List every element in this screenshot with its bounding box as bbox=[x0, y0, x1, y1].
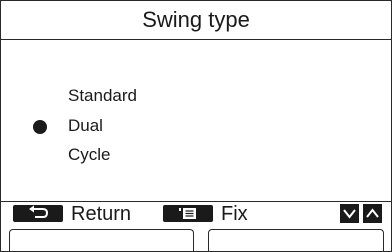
swing-type-screen: Swing type Standard Dual Cycle Return Fi… bbox=[0, 0, 392, 252]
right-soft-button[interactable] bbox=[208, 229, 384, 251]
return-arrow-icon bbox=[13, 205, 63, 222]
return-label: Return bbox=[71, 203, 132, 225]
down-key[interactable] bbox=[340, 204, 359, 223]
keybar: Return Fix bbox=[1, 202, 391, 226]
option-standard[interactable]: Standard bbox=[68, 85, 137, 107]
up-key[interactable] bbox=[363, 204, 382, 223]
page-title: Swing type bbox=[1, 1, 391, 40]
chevron-down-icon bbox=[340, 209, 359, 227]
left-soft-button[interactable] bbox=[9, 229, 194, 251]
fix-label: Fix bbox=[221, 203, 248, 225]
fix-key[interactable] bbox=[163, 205, 213, 222]
option-dual[interactable]: Dual bbox=[68, 115, 103, 137]
return-key[interactable] bbox=[13, 205, 63, 222]
menu-list-icon bbox=[163, 205, 213, 222]
option-cycle[interactable]: Cycle bbox=[68, 144, 111, 166]
selected-option-indicator bbox=[33, 120, 47, 134]
chevron-up-icon bbox=[363, 208, 382, 227]
